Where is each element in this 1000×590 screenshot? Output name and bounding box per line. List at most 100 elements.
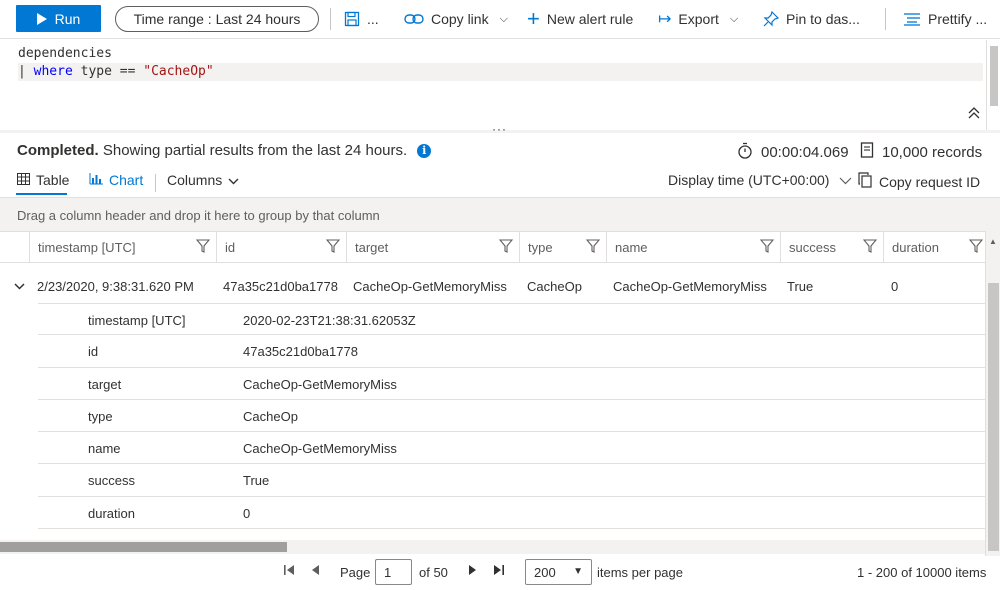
- grid-horizontal-scrollbar[interactable]: [0, 540, 985, 554]
- chart-icon: [89, 172, 103, 188]
- filter-icon[interactable]: [499, 239, 513, 256]
- column-header-timestamp[interactable]: timestamp [UTC]: [30, 232, 217, 263]
- previous-page-icon[interactable]: [310, 564, 320, 579]
- group-by-drop-zone[interactable]: Drag a column header and drop it here to…: [0, 197, 1000, 231]
- editor-scrollbar[interactable]: [986, 40, 1000, 130]
- new-alert-rule-button[interactable]: + New alert rule: [527, 6, 633, 32]
- column-header-name[interactable]: name: [607, 232, 781, 263]
- column-header-success[interactable]: success: [781, 232, 884, 263]
- query-expression: type ==: [73, 64, 143, 79]
- filter-icon[interactable]: [863, 239, 877, 256]
- next-page-icon[interactable]: [468, 564, 478, 579]
- chevron-down-icon: ▼: [573, 566, 583, 577]
- page-label: Page: [340, 565, 370, 580]
- chevron-down-icon[interactable]: [14, 279, 25, 293]
- new-alert-label: New alert rule: [547, 11, 633, 27]
- splitter-handle-icon[interactable]: ···: [492, 122, 507, 136]
- export-label: Export: [678, 11, 718, 27]
- editor-scrollbar-thumb[interactable]: [990, 46, 998, 106]
- cell-target: CacheOp-GetMemoryMiss: [353, 279, 507, 294]
- prettify-label: Prettify ...: [928, 11, 987, 27]
- detail-value: 2020-02-23T21:38:31.62053Z: [243, 313, 416, 328]
- column-header-type[interactable]: type: [520, 232, 607, 263]
- columns-dropdown[interactable]: Columns: [167, 172, 239, 188]
- tab-table[interactable]: Table: [17, 172, 69, 188]
- column-header-label: target: [355, 240, 388, 255]
- save-button[interactable]: ...: [344, 6, 379, 32]
- pin-to-dashboard-button[interactable]: Pin to das...: [763, 6, 860, 32]
- items-per-page-select[interactable]: 200 ▼: [525, 559, 592, 585]
- export-arrow-icon: ↦: [658, 9, 671, 29]
- column-header-label: success: [789, 240, 836, 255]
- detail-row: typeCacheOp: [38, 400, 985, 432]
- copy-request-id-button[interactable]: Copy request ID: [858, 172, 980, 191]
- tab-table-label: Table: [36, 172, 69, 188]
- filter-icon[interactable]: [586, 239, 600, 256]
- cell-id: 47a35c21d0ba1778: [223, 279, 338, 294]
- query-status: Completed. Showing partial results from …: [17, 142, 431, 159]
- play-icon: [37, 13, 47, 25]
- query-code[interactable]: dependencies | where type == "CacheOp": [18, 45, 983, 81]
- prettify-icon: [903, 12, 921, 26]
- detail-value: True: [243, 473, 269, 488]
- column-header-id[interactable]: id: [217, 232, 347, 263]
- copy-link-button[interactable]: Copy link ⌵: [404, 6, 508, 32]
- run-button[interactable]: Run: [16, 5, 101, 32]
- filter-icon[interactable]: [326, 239, 340, 256]
- detail-row: duration0: [38, 497, 985, 529]
- collapse-editor-icon[interactable]: [968, 106, 980, 122]
- stopwatch-icon: [737, 142, 753, 163]
- filter-icon[interactable]: [969, 239, 983, 256]
- scroll-up-icon[interactable]: ▲: [989, 237, 997, 246]
- query-pipe: |: [18, 64, 34, 79]
- active-tab-indicator: [16, 193, 67, 195]
- query-editor[interactable]: dependencies | where type == "CacheOp": [0, 40, 1000, 130]
- prettify-button[interactable]: Prettify ...: [903, 6, 987, 32]
- status-completed: Completed.: [17, 142, 99, 159]
- page-count-label: of 50: [419, 565, 448, 580]
- last-page-icon[interactable]: [493, 564, 505, 579]
- column-header-label: duration: [892, 240, 939, 255]
- cell-timestamp: 2/23/2020, 9:38:31.620 PM: [37, 279, 194, 294]
- filter-icon[interactable]: [196, 239, 210, 256]
- info-icon[interactable]: i: [417, 144, 431, 158]
- query-line-1: dependencies: [18, 45, 983, 63]
- detail-value: 0: [243, 506, 250, 521]
- table-row[interactable]: 2/23/2020, 9:38:31.620 PM 47a35c21d0ba17…: [0, 270, 985, 302]
- detail-key: id: [88, 344, 98, 359]
- expand-column-header: [0, 232, 30, 263]
- records-icon: [860, 142, 874, 162]
- copy-icon: [858, 172, 873, 191]
- grid-vertical-scrollbar[interactable]: ▲: [985, 231, 1000, 556]
- tabs-divider: [155, 174, 156, 192]
- export-button[interactable]: ↦ Export ⌵: [658, 6, 738, 32]
- column-header-label: timestamp [UTC]: [38, 240, 136, 255]
- scrollbar-thumb[interactable]: [0, 542, 287, 552]
- display-time-dropdown[interactable]: Display time (UTC+00:00): [668, 172, 852, 188]
- detail-key: name: [88, 441, 121, 456]
- save-icon: [344, 11, 360, 27]
- time-range-label: Time range :: [134, 11, 212, 27]
- detail-row: nameCacheOp-GetMemoryMiss: [38, 432, 985, 464]
- toolbar: Run Time range : Last 24 hours ... Copy …: [0, 0, 1000, 39]
- tab-chart-label: Chart: [109, 172, 143, 188]
- filter-icon[interactable]: [760, 239, 774, 256]
- detail-value: CacheOp-GetMemoryMiss: [243, 377, 397, 392]
- detail-key: timestamp [UTC]: [88, 313, 186, 328]
- column-header-duration[interactable]: duration: [884, 232, 985, 263]
- time-range-button[interactable]: Time range : Last 24 hours: [115, 6, 319, 32]
- column-header-target[interactable]: target: [347, 232, 520, 263]
- records-value: 10,000 records: [882, 144, 982, 161]
- detail-row: successTrue: [38, 464, 985, 496]
- cell-type: CacheOp: [527, 279, 582, 294]
- record-count: 10,000 records: [860, 142, 982, 162]
- tab-chart[interactable]: Chart: [89, 172, 143, 188]
- page-number-input[interactable]: 1: [375, 559, 412, 585]
- first-page-icon[interactable]: [283, 564, 295, 579]
- display-time-label: Display time (UTC+00:00): [668, 172, 829, 188]
- detail-key: type: [88, 409, 113, 424]
- column-header-label: name: [615, 240, 648, 255]
- time-range-value: Last 24 hours: [216, 11, 301, 27]
- scrollbar-thumb[interactable]: [988, 283, 999, 551]
- detail-key: target: [88, 377, 121, 392]
